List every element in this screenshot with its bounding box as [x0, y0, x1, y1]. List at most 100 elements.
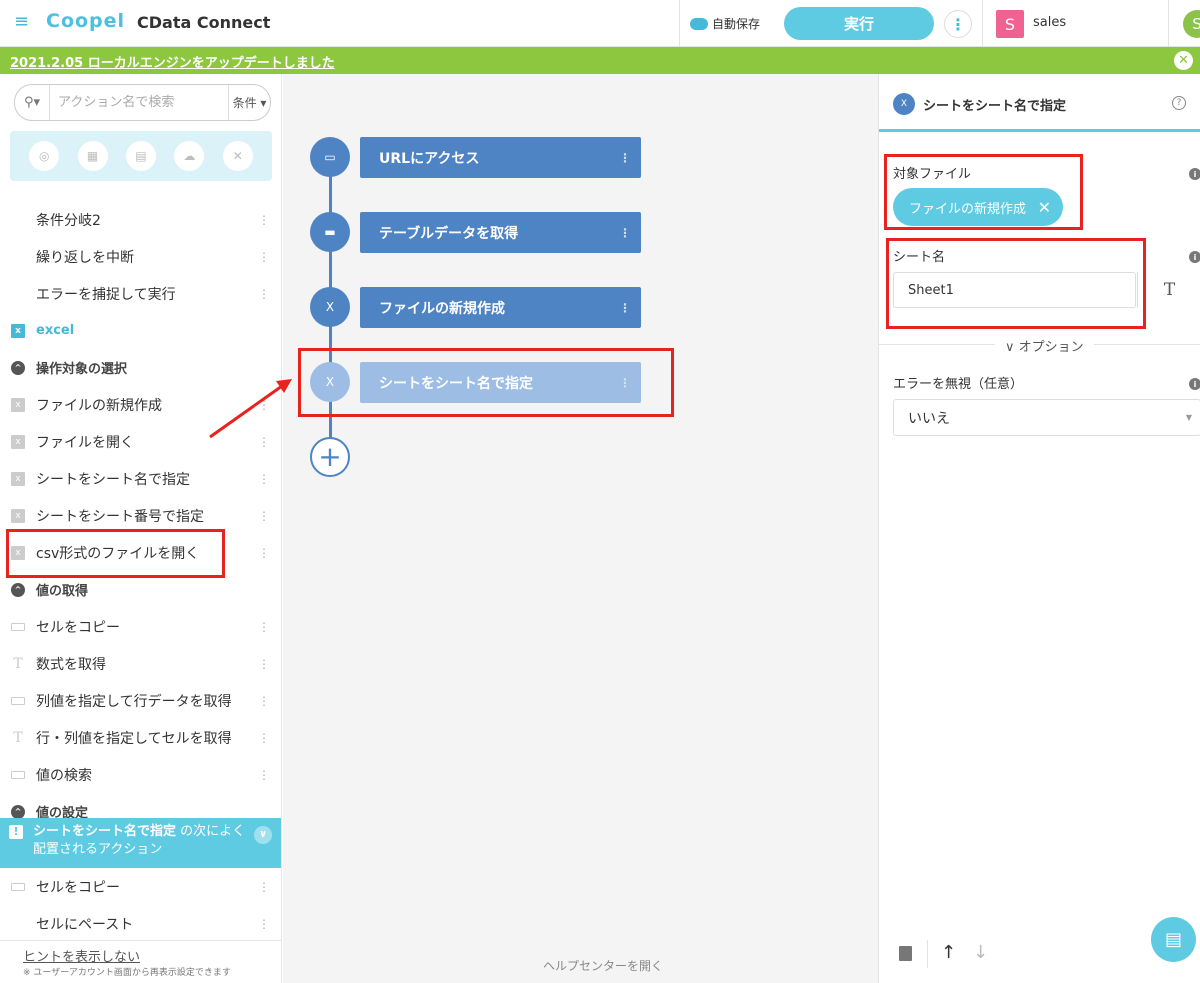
list-item[interactable]: 値の検索 ⋮ — [0, 756, 281, 793]
highlight-annotation — [6, 529, 225, 578]
blank-icon — [11, 250, 25, 264]
panel-header: X シートをシート名で指定 ? — [879, 74, 1200, 132]
excel-icon[interactable]: X — [310, 287, 350, 327]
flow-node[interactable]: URLにアクセス ⋮ — [360, 137, 641, 178]
hint-area: ヒントを表示しない ※ ユーザーアカウント画面から再表示設定できます — [0, 940, 281, 983]
excel-icon: x — [11, 323, 25, 338]
chevron-up-icon: ^ — [11, 582, 25, 597]
list-item[interactable]: x シートをシート名で指定 ⋮ — [0, 460, 281, 497]
list-item[interactable]: 列値を指定して行データを取得 ⋮ — [0, 682, 281, 719]
list-item-label: ファイルの新規作成 — [36, 397, 162, 414]
workspace-avatar[interactable]: S — [996, 10, 1024, 38]
list-item[interactable]: T 行・列値を指定してセルを取得 ⋮ — [0, 719, 281, 756]
list-item-label: エラーを捕捉して実行 — [36, 286, 176, 303]
list-item[interactable]: エラーを捕捉して実行 ⋮ — [0, 275, 281, 312]
item-menu-icon[interactable]: ⋮ — [258, 657, 270, 671]
excel-icon[interactable]: ▦ — [77, 141, 108, 171]
list-item-label: 繰り返しを中断 — [36, 249, 134, 266]
table-icon[interactable]: ▬ — [310, 212, 350, 252]
properties-panel: X シートをシート名で指定 ? 対象ファイル i ファイルの新規作成 ✕ シート… — [878, 74, 1200, 983]
close-icon[interactable]: ✕ — [1174, 51, 1193, 70]
info-icon[interactable]: i — [1189, 251, 1200, 263]
add-step-button[interactable]: + — [310, 437, 350, 477]
list-item[interactable]: x ファイルの新規作成 ⋮ — [0, 386, 281, 423]
search-icon[interactable]: ⚲▾ — [15, 85, 51, 120]
category-excel[interactable]: x excel — [0, 312, 281, 349]
condition-filter-button[interactable]: 条件 ▾ — [228, 85, 270, 120]
item-menu-icon[interactable]: ⋮ — [258, 731, 270, 745]
item-menu-icon[interactable]: ⋮ — [258, 917, 270, 931]
flow-node[interactable]: ファイルの新規作成 ⋮ — [360, 287, 641, 328]
blank-icon — [11, 917, 25, 931]
node-menu-icon[interactable]: ⋮ — [619, 151, 631, 165]
run-button[interactable]: 実行 — [784, 7, 934, 40]
item-menu-icon[interactable]: ⋮ — [258, 509, 270, 523]
item-menu-icon[interactable]: ⋮ — [258, 694, 270, 708]
search-input[interactable] — [50, 85, 229, 120]
suggestion-banner[interactable]: ! シートをシート名で指定 の次によく配置されるアクション ∨ — [0, 818, 281, 868]
item-menu-icon[interactable]: ⋮ — [258, 250, 270, 264]
section-label: 値の取得 — [36, 584, 89, 599]
node-menu-icon[interactable]: ⋮ — [619, 226, 631, 240]
user-avatar[interactable]: S — [1183, 10, 1200, 38]
top-bar: ≡ Coopel CData Connect 自動保存 実行 ⋮ S sales… — [0, 0, 1200, 47]
move-down-icon[interactable]: ↓ — [973, 942, 988, 963]
item-menu-icon[interactable]: ⋮ — [258, 435, 270, 449]
hamburger-menu-icon[interactable]: ≡ — [14, 13, 32, 31]
sheet-icon: x — [11, 508, 25, 523]
cloud-icon[interactable]: ☁ — [174, 141, 205, 171]
list-item[interactable]: セルをコピー ⋮ — [0, 868, 281, 905]
divider — [1168, 0, 1169, 47]
list-item[interactable]: セルをコピー ⋮ — [0, 608, 281, 645]
info-icon[interactable]: i — [1189, 378, 1200, 390]
browser-icon[interactable]: ▭ — [310, 137, 350, 177]
hide-hint-link[interactable]: ヒントを表示しない — [23, 946, 140, 965]
update-notice-link[interactable]: 2021.2.05 ローカルエンジンをアップデートしました — [10, 52, 335, 71]
chat-icon[interactable]: ▤ — [1151, 917, 1196, 962]
item-menu-icon[interactable]: ⋮ — [258, 213, 270, 227]
tools-icon[interactable]: ✕ — [222, 141, 253, 171]
item-menu-icon[interactable]: ⋮ — [258, 546, 270, 560]
item-menu-icon[interactable]: ⋮ — [258, 880, 270, 894]
list-item[interactable]: セルにペースト ⋮ — [0, 905, 281, 942]
autosave-indicator[interactable]: 自動保存 — [690, 15, 760, 32]
globe-icon[interactable]: ◎ — [29, 141, 60, 171]
divider — [679, 0, 680, 47]
list-item-label: シートをシート番号で指定 — [36, 508, 204, 525]
chevron-down-icon[interactable]: ∨ — [254, 826, 272, 844]
item-menu-icon[interactable]: ⋮ — [258, 287, 270, 301]
item-menu-icon[interactable]: ⋮ — [258, 398, 270, 412]
info-icon[interactable]: i — [1189, 168, 1200, 180]
node-menu-icon[interactable]: ⋮ — [619, 301, 631, 315]
section-header[interactable]: ^ 操作対象の選択 — [0, 349, 281, 386]
document-icon[interactable]: ▤ — [125, 141, 156, 171]
workspace-name[interactable]: sales — [1033, 15, 1066, 30]
ignore-error-select[interactable]: いいえ ▼ — [893, 399, 1200, 436]
flow-node[interactable]: テーブルデータを取得 ⋮ — [360, 212, 641, 253]
list-item[interactable]: x ファイルを開く ⋮ — [0, 423, 281, 460]
help-icon[interactable]: ? — [1172, 96, 1186, 110]
excel-file-icon: x — [11, 434, 25, 449]
options-toggle[interactable]: ∨ オプション — [995, 336, 1094, 355]
item-menu-icon[interactable]: ⋮ — [258, 472, 270, 486]
list-item-label: 列値を指定して行データを取得 — [36, 693, 232, 710]
list-item[interactable]: 繰り返しを中断 ⋮ — [0, 238, 281, 275]
cloud-upload-icon — [690, 17, 708, 30]
list-item[interactable]: 条件分岐2 ⋮ — [0, 201, 281, 238]
highlight-annotation — [884, 154, 1083, 230]
text-mode-icon[interactable]: T — [1137, 272, 1200, 308]
help-center-link[interactable]: ヘルプセンターを開く — [543, 957, 663, 974]
category-label: excel — [36, 323, 75, 338]
select-value: いいえ — [908, 410, 950, 427]
panel-title: シートをシート名で指定 — [923, 99, 1067, 114]
more-options-icon[interactable]: ⋮ — [944, 10, 972, 38]
move-up-icon[interactable]: ↑ — [941, 942, 956, 963]
list-item-label: 値の検索 — [36, 767, 92, 784]
trash-icon[interactable] — [899, 946, 912, 961]
excel-file-icon: x — [11, 397, 25, 412]
item-menu-icon[interactable]: ⋮ — [258, 620, 270, 634]
node-label: テーブルデータを取得 — [379, 225, 519, 242]
item-menu-icon[interactable]: ⋮ — [258, 768, 270, 782]
list-item[interactable]: T 数式を取得 ⋮ — [0, 645, 281, 682]
coopel-logo[interactable]: Coopel — [46, 10, 125, 32]
